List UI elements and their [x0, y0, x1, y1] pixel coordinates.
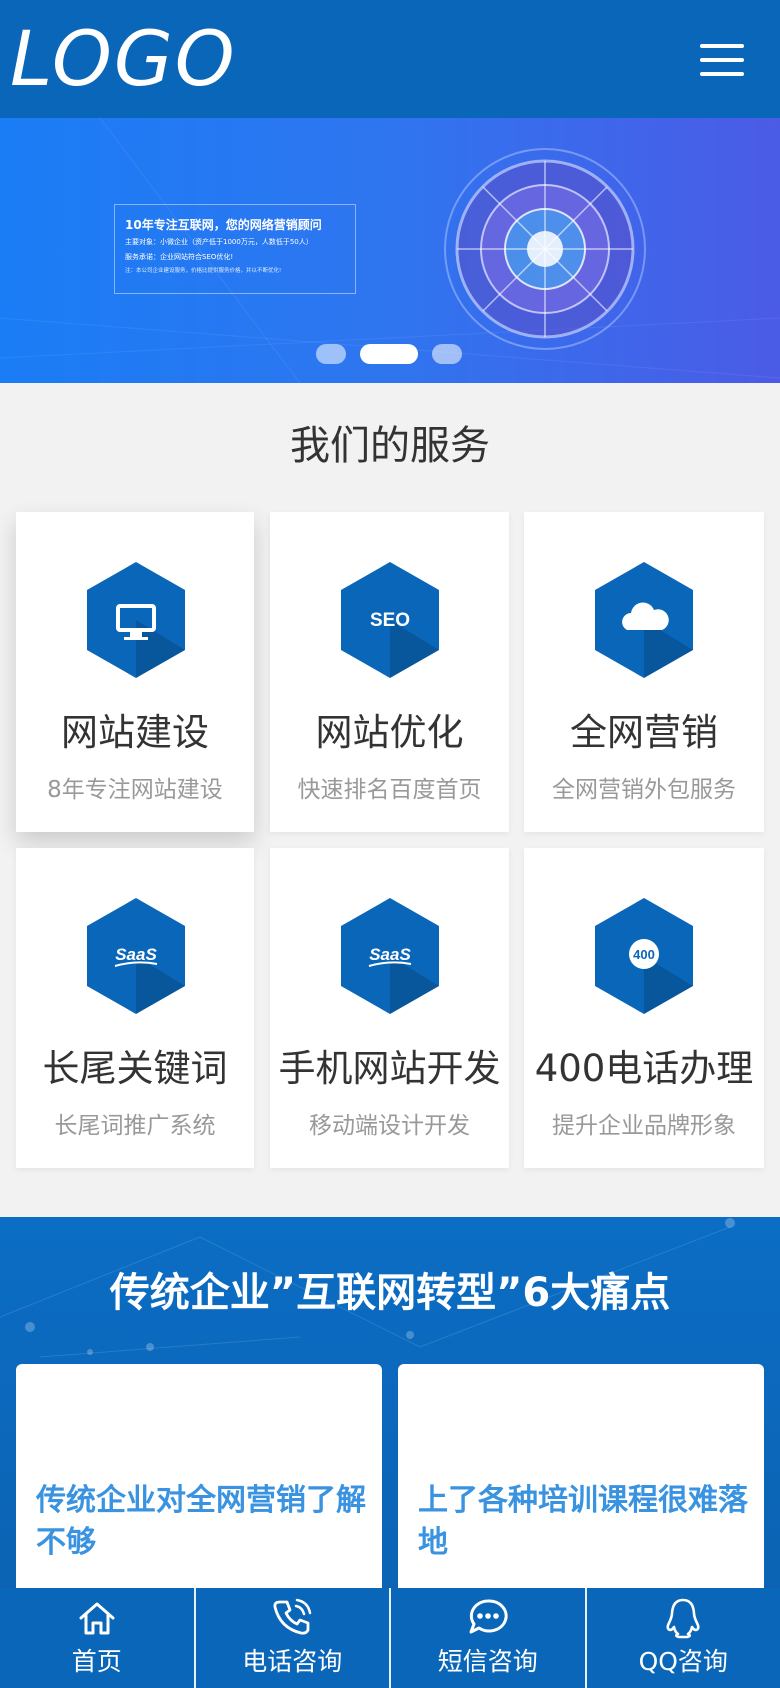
service-card-website-build[interactable]: 网站建设 8年专注网站建设	[16, 512, 254, 832]
carousel-dot-1[interactable]	[316, 344, 346, 364]
nav-label: 首页	[71, 1647, 122, 1676]
saas-icon-text: SaaS	[115, 945, 157, 964]
service-title: 长尾关键词	[42, 1047, 228, 1090]
banner-heading: 10年专注互联网，您的网络营销顾问	[125, 218, 322, 232]
service-card-mobile-site[interactable]: SaaS 手机网站开发 移动端设计开发	[270, 848, 509, 1168]
pain-point-card[interactable]: 上了各种培训课程很难落地	[398, 1364, 764, 1597]
nav-qq[interactable]: QQ咨询	[587, 1588, 780, 1688]
service-card-long-tail[interactable]: SaaS 长尾关键词 长尾词推广系统	[16, 848, 254, 1168]
nav-label: QQ咨询	[638, 1647, 728, 1676]
monitor-icon	[87, 562, 185, 678]
carousel-dot-2[interactable]	[360, 344, 418, 364]
saas-icon: SaaS	[87, 898, 185, 1014]
service-subtitle: 全网营销外包服务	[552, 777, 736, 803]
banner-line-1: 主要对象：小微企业（资产低于1000万元，人数低于50人）	[125, 238, 313, 246]
nav-label: 短信咨询	[437, 1647, 538, 1676]
carousel-dots	[316, 344, 464, 364]
pain-points-section: 传统企业”互联网转型”6大痛点 传统企业对全网营销了解不够 上了各种培训课程很难…	[0, 1217, 780, 1597]
carousel-dot-3[interactable]	[432, 344, 462, 364]
saas-icon: SaaS	[341, 898, 439, 1014]
service-card-marketing[interactable]: 全网营销 全网营销外包服务	[524, 512, 764, 832]
pain-point-card[interactable]: 传统企业对全网营销了解不够	[16, 1364, 382, 1597]
chat-bubble-icon	[469, 1599, 508, 1634]
service-title: 网站建设	[61, 711, 209, 754]
service-title: 网站优化	[315, 711, 464, 754]
service-subtitle: 移动端设计开发	[309, 1113, 470, 1139]
nav-home[interactable]: 首页	[0, 1588, 196, 1688]
qq-penguin-icon	[666, 1598, 700, 1639]
nav-sms[interactable]: 短信咨询	[391, 1588, 587, 1688]
nav-label: 电话咨询	[242, 1647, 343, 1676]
pain-point-text: 上了各种培训课程很难落地	[418, 1483, 748, 1560]
service-subtitle: 长尾词推广系统	[54, 1113, 216, 1139]
service-subtitle: 8年专注网站建设	[47, 777, 223, 803]
service-card-seo[interactable]: SEO 网站优化 快速排名百度首页	[270, 512, 509, 832]
saas-icon-text: SaaS	[369, 945, 411, 964]
service-title: 400电话办理	[534, 1047, 754, 1090]
logo[interactable]: LOGO	[10, 14, 237, 104]
pain-points-title: 传统企业”互联网转型”6大痛点	[109, 1270, 671, 1316]
banner-line-2: 服务承诺：企业网站符合SEO优化!	[125, 253, 234, 261]
service-card-400-phone[interactable]: 400 400电话办理 提升企业品牌形象	[524, 848, 764, 1168]
seo-icon: SEO	[341, 562, 439, 678]
header: LOGO	[0, 0, 780, 118]
service-title: 手机网站开发	[278, 1047, 501, 1090]
banner-text-box: 10年专注互联网，您的网络营销顾问 主要对象：小微企业（资产低于1000万元，人…	[114, 204, 356, 294]
hero-banner[interactable]: 10年专注互联网，您的网络营销顾问 主要对象：小微企业（资产低于1000万元，人…	[0, 118, 780, 383]
bottom-nav: 首页 电话咨询 短信咨询 QQ咨询	[0, 1588, 780, 1688]
phone-icon	[273, 1598, 312, 1635]
cloud-icon	[595, 562, 693, 678]
services-title: 我们的服务	[290, 423, 490, 469]
400-icon-text: 400	[633, 947, 655, 962]
service-title: 全网营销	[570, 711, 718, 754]
home-icon	[79, 1602, 115, 1635]
nav-phone[interactable]: 电话咨询	[196, 1588, 391, 1688]
400-phone-icon: 400	[595, 898, 693, 1014]
service-subtitle: 提升企业品牌形象	[552, 1113, 736, 1139]
circular-infographic-icon	[444, 148, 646, 350]
service-subtitle: 快速排名百度首页	[297, 777, 482, 803]
pain-point-text: 传统企业对全网营销了解不够	[36, 1483, 366, 1560]
hamburger-menu-icon[interactable]	[700, 44, 744, 76]
banner-note: 注：本公司企业建设服务，价格比提供服务价格，并以不断优化!	[125, 268, 282, 274]
seo-icon-text: SEO	[370, 610, 410, 631]
